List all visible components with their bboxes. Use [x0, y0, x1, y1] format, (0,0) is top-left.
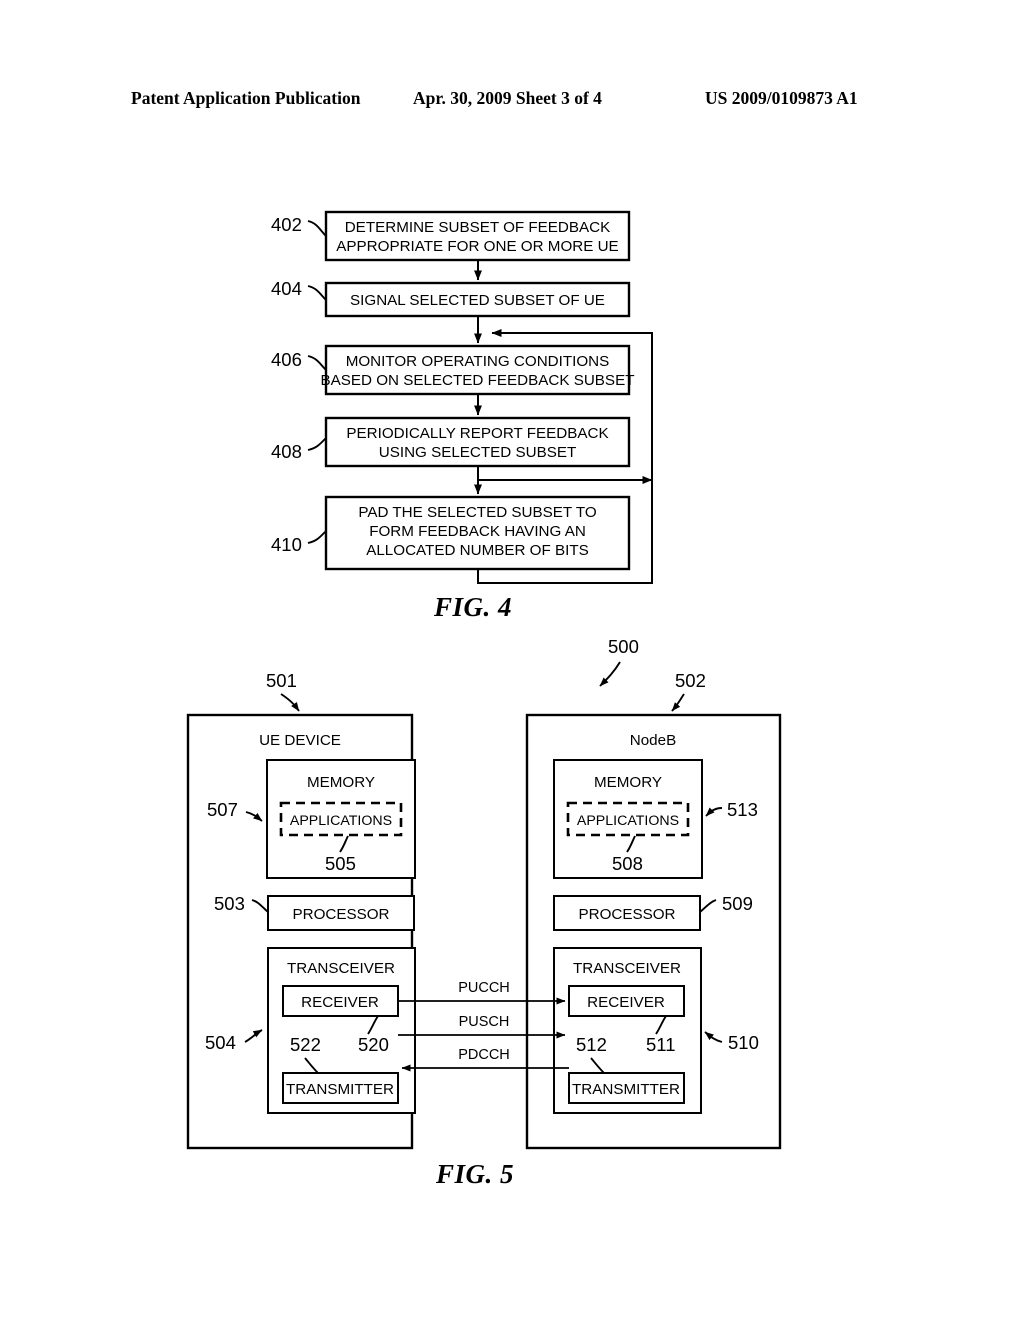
nodeb-node: NodeB 502 MEMORY APPLICATIONS 508 513 PR…	[525, 670, 782, 1150]
patent-drawing-page: Patent Application Publication Apr. 30, …	[0, 0, 1024, 1320]
nodeb-transceiver-ref: 510	[728, 1032, 759, 1053]
ue-processor-label: PROCESSOR	[292, 906, 389, 923]
ue-transmitter-label: TRANSMITTER	[286, 1081, 394, 1098]
nodeb-processor-label: PROCESSOR	[578, 906, 675, 923]
ue-processor-ref: 503	[214, 893, 245, 914]
ue-applications-label: APPLICATIONS	[290, 813, 392, 829]
ue-device-ref: 501	[266, 670, 297, 691]
ue-device-node: UE DEVICE 501 MEMORY APPLICATIONS 505 50…	[186, 670, 416, 1150]
ue-memory-ref: 507	[207, 799, 238, 820]
ue-memory-label: MEMORY	[307, 774, 375, 791]
nodeb-transceiver-label: TRANSCEIVER	[573, 960, 681, 977]
system-ref-500: 500	[599, 636, 639, 687]
ue-receiver-ref: 520	[358, 1034, 389, 1055]
ue-applications-ref: 505	[325, 853, 356, 874]
nodeb-transmitter-ref: 512	[576, 1034, 607, 1055]
nodeb-transmitter-label: TRANSMITTER	[572, 1081, 680, 1098]
system-ref-500-label: 500	[608, 636, 639, 657]
nodeb-memory-ref: 513	[727, 799, 758, 820]
ue-transceiver-label: TRANSCEIVER	[287, 960, 395, 977]
ue-device-title: UE DEVICE	[259, 732, 341, 749]
nodeb-ref: 502	[675, 670, 706, 691]
ue-transmitter-ref: 522	[290, 1034, 321, 1055]
nodeb-applications-label: APPLICATIONS	[577, 813, 679, 829]
ue-transceiver-ref: 504	[205, 1032, 236, 1053]
channel-pucch-label: PUCCH	[458, 980, 510, 996]
nodeb-receiver-ref: 511	[646, 1034, 676, 1055]
figure-5-caption: FIG. 5	[436, 1159, 515, 1189]
ue-receiver-label: RECEIVER	[301, 994, 379, 1011]
channel-pusch-label: PUSCH	[459, 1014, 510, 1030]
nodeb-memory-label: MEMORY	[594, 774, 662, 791]
nodeb-receiver-label: RECEIVER	[587, 994, 665, 1011]
channel-pdcch-label: PDCCH	[458, 1047, 510, 1063]
nodeb-processor-ref: 509	[722, 893, 753, 914]
nodeb-title: NodeB	[630, 732, 676, 749]
nodeb-applications-ref: 508	[612, 853, 643, 874]
figure-5-drawing: 500 UE DEVICE 501 MEMORY APPLICATIONS 50…	[186, 636, 782, 1150]
